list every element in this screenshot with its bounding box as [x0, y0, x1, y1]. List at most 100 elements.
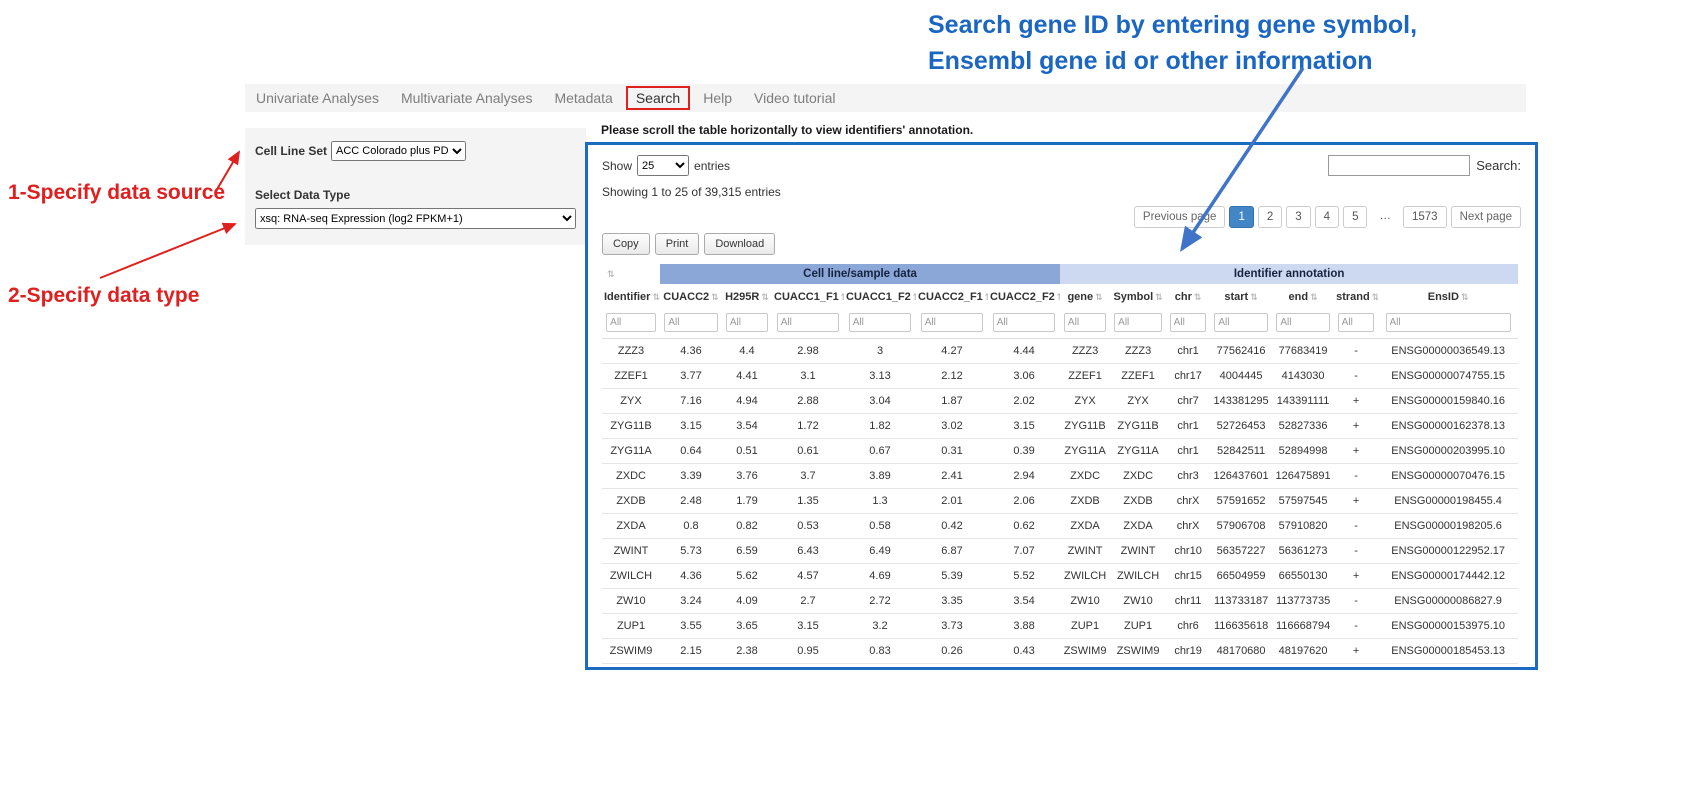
page-button-3[interactable]: 3 — [1286, 206, 1310, 228]
filter-input-strand[interactable] — [1338, 313, 1375, 332]
sort-icon: ⇅ — [1372, 292, 1378, 302]
table-cell: ENSG00000203995.10 — [1378, 439, 1518, 464]
column-header-start[interactable]: start⇅ — [1210, 284, 1272, 310]
filter-input-start[interactable] — [1214, 313, 1267, 332]
showing-info: Showing 1 to 25 of 39,315 entries — [602, 185, 1521, 199]
filter-input-cuacc2-f2[interactable] — [993, 313, 1056, 332]
filter-input-chr[interactable] — [1170, 313, 1207, 332]
page-button-2[interactable]: 2 — [1258, 206, 1282, 228]
table-cell: ENSG00000153975.10 — [1378, 614, 1518, 639]
sort-icon: ⇅ — [913, 292, 916, 302]
column-header-end[interactable]: end⇅ — [1272, 284, 1334, 310]
column-header-gene[interactable]: gene⇅ — [1060, 284, 1110, 310]
table-cell: 2.38 — [722, 639, 772, 664]
filter-input-cuacc2[interactable] — [664, 313, 717, 332]
table-cell: 77562416 — [1210, 339, 1272, 364]
table-cell: ZW10 — [1060, 589, 1110, 614]
table-cell: ZZZ3 — [1110, 339, 1166, 364]
table-cell: 3.54 — [722, 414, 772, 439]
nav-help[interactable]: Help — [692, 86, 743, 110]
column-header-label: CUACC1_F1 — [774, 291, 839, 303]
search-annotation: Search gene ID by entering gene symbol, … — [928, 8, 1417, 79]
previous-page-button[interactable]: Previous page — [1134, 206, 1226, 228]
table-cell: 2.01 — [916, 489, 988, 514]
table-row: ZYX7.164.942.883.041.872.02ZYXZYXchr7143… — [602, 389, 1518, 414]
sort-icon: ⇅ — [1095, 292, 1103, 302]
data-source-panel: Cell Line Set ACC Colorado plus PDX Sele… — [245, 128, 586, 245]
column-header-ensid[interactable]: EnsID⇅ — [1378, 284, 1518, 310]
table-cell: 3.39 — [660, 464, 722, 489]
download-button[interactable]: Download — [704, 233, 775, 255]
table-cell: ZYX — [1060, 389, 1110, 414]
filter-input-symbol[interactable] — [1114, 313, 1162, 332]
nav-multivariate-analyses[interactable]: Multivariate Analyses — [390, 86, 544, 110]
nav-metadata[interactable]: Metadata — [543, 86, 623, 110]
table-cell: chrX — [1166, 514, 1210, 539]
sort-icon: ⇅ — [1461, 292, 1469, 302]
search-input[interactable] — [1328, 155, 1470, 176]
next-page-button[interactable]: Next page — [1451, 206, 1521, 228]
filter-input-cuacc1-f1[interactable] — [777, 313, 840, 332]
filter-input-cuacc2-f1[interactable] — [921, 313, 984, 332]
table-cell: + — [1334, 639, 1378, 664]
column-header-symbol[interactable]: Symbol⇅ — [1110, 284, 1166, 310]
column-header-cuacc2-f1[interactable]: CUACC2_F1⇅ — [916, 284, 988, 310]
table-cell: ZZEF1 — [602, 364, 660, 389]
table-cell: ZWILCH — [1110, 564, 1166, 589]
page-button-5[interactable]: 5 — [1343, 206, 1367, 228]
table-cell: 4.69 — [844, 564, 916, 589]
page-button-1[interactable]: 1 — [1229, 206, 1253, 228]
column-header-strand[interactable]: strand⇅ — [1334, 284, 1378, 310]
table-cell: 3.13 — [844, 364, 916, 389]
filter-cell — [1060, 310, 1110, 339]
filter-cell — [1334, 310, 1378, 339]
navbar: Univariate Analyses Multivariate Analyse… — [245, 84, 1526, 112]
column-header-chr[interactable]: chr⇅ — [1166, 284, 1210, 310]
filter-input-h295r[interactable] — [726, 313, 768, 332]
filter-input-cuacc1-f2[interactable] — [849, 313, 912, 332]
entries-select[interactable]: 25 — [637, 155, 689, 176]
data-type-select[interactable]: xsq: RNA-seq Expression (log2 FPKM+1) — [255, 208, 576, 229]
column-header-h295r[interactable]: H295R⇅ — [722, 284, 772, 310]
column-header-cuacc2[interactable]: CUACC2⇅ — [660, 284, 722, 310]
column-header-cuacc1-f1[interactable]: CUACC1_F1⇅ — [772, 284, 844, 310]
table-cell: ZXDC — [602, 464, 660, 489]
nav-video-tutorial[interactable]: Video tutorial — [743, 86, 846, 110]
column-header-identifier[interactable]: Identifier⇅ — [602, 284, 660, 310]
filter-input-ensid[interactable] — [1386, 313, 1511, 332]
column-header-cuacc2-f2[interactable]: CUACC2_F2⇅ — [988, 284, 1060, 310]
table-cell: ZWINT — [1060, 539, 1110, 564]
table-cell: 2.94 — [988, 464, 1060, 489]
nav-univariate-analyses[interactable]: Univariate Analyses — [245, 86, 390, 110]
table-cell: ZUP1 — [602, 614, 660, 639]
data-type-label: Select Data Type — [255, 188, 576, 202]
column-header-cuacc1-f2[interactable]: CUACC1_F2⇅ — [844, 284, 916, 310]
nav-search[interactable]: Search — [626, 86, 690, 110]
table-cell: ENSG00000174442.12 — [1378, 564, 1518, 589]
table-cell: 4.09 — [722, 589, 772, 614]
table-cell: 66504959 — [1210, 564, 1272, 589]
page-button-4[interactable]: 4 — [1315, 206, 1339, 228]
filter-input-end[interactable] — [1276, 313, 1329, 332]
table-cell: ENSG00000086827.9 — [1378, 589, 1518, 614]
table-cell: - — [1334, 539, 1378, 564]
table-cell: - — [1334, 514, 1378, 539]
filter-input-gene[interactable] — [1064, 313, 1106, 332]
show-label: Show — [602, 159, 632, 173]
table-cell: 4.36 — [660, 339, 722, 364]
page-button-1573[interactable]: 1573 — [1403, 206, 1447, 228]
copy-button[interactable]: Copy — [602, 233, 650, 255]
table-cell: ZSWIM9 — [1060, 639, 1110, 664]
table-cell: 2.06 — [988, 489, 1060, 514]
table-cell: 5.39 — [916, 564, 988, 589]
table-cell: 3.55 — [660, 614, 722, 639]
print-button[interactable]: Print — [655, 233, 700, 255]
table-cell: 116668794 — [1272, 614, 1334, 639]
filter-input-identifier[interactable] — [606, 313, 656, 332]
table-cell: 3.15 — [988, 414, 1060, 439]
table-cell: ENSG00000036549.13 — [1378, 339, 1518, 364]
column-header-label: H295R — [725, 291, 759, 303]
cell-line-set-select[interactable]: ACC Colorado plus PDX — [331, 141, 466, 161]
table-cell: 48170680 — [1210, 639, 1272, 664]
table-cell: 126475891 — [1272, 464, 1334, 489]
